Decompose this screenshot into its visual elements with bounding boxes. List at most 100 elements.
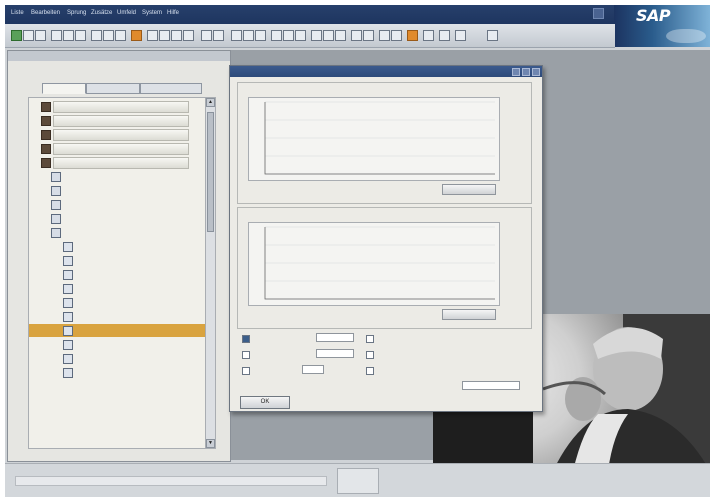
sap-gui-window: Liste Bearbeiten Sprung Zusätze Umfeld S… — [5, 5, 710, 497]
menu-item-zusaetze[interactable]: Zusätze — [91, 10, 112, 16]
chart-group-2 — [237, 207, 532, 329]
chart-icon[interactable] — [271, 30, 282, 41]
menu-item-hilfe[interactable]: Hilfe — [167, 10, 179, 16]
option-left-1-checkbox[interactable] — [242, 335, 250, 343]
tree-node[interactable] — [29, 184, 215, 197]
option-right-3-checkbox[interactable] — [366, 367, 374, 375]
find-icon[interactable] — [103, 30, 114, 41]
tree-node[interactable] — [29, 142, 215, 155]
tab-1[interactable] — [42, 83, 86, 94]
tree-node[interactable] — [29, 240, 215, 253]
option-right-1-checkbox[interactable] — [366, 335, 374, 343]
refresh-icon[interactable] — [323, 30, 334, 41]
highlight-icon[interactable] — [131, 30, 142, 41]
report-icon — [63, 256, 73, 266]
tree-node[interactable] — [29, 338, 215, 351]
save-icon[interactable] — [35, 30, 46, 41]
option-left-2-checkbox[interactable] — [242, 351, 250, 359]
tree-node[interactable] — [29, 156, 215, 169]
dialog-maximize-icon[interactable] — [522, 68, 530, 76]
option-field-3[interactable] — [302, 365, 324, 374]
option-left-3-checkbox[interactable] — [242, 367, 250, 375]
tree-node[interactable] — [29, 310, 215, 323]
command-field-icon[interactable] — [23, 30, 34, 41]
chart-2-plot — [264, 226, 495, 300]
layout-icon[interactable] — [231, 30, 242, 41]
tree-node[interactable] — [29, 254, 215, 267]
previous-page-icon[interactable] — [159, 30, 170, 41]
report-icon — [51, 172, 61, 182]
tree-node[interactable] — [29, 212, 215, 225]
ok-button[interactable]: OK — [240, 396, 290, 409]
navigation-panel-titlebar — [8, 51, 230, 61]
tree-node[interactable] — [29, 352, 215, 365]
scroll-up-icon[interactable]: ▲ — [206, 98, 215, 107]
first-page-icon[interactable] — [147, 30, 158, 41]
chart-2-button[interactable] — [442, 309, 496, 320]
menu-item-liste[interactable]: Liste — [11, 10, 24, 16]
dialog-close-icon[interactable] — [532, 68, 540, 76]
bottom-option-field[interactable] — [462, 381, 520, 390]
folder-icon — [41, 144, 51, 154]
sort-icon[interactable] — [255, 30, 266, 41]
next-page-icon[interactable] — [171, 30, 182, 41]
menu-item-umfeld[interactable]: Umfeld — [117, 10, 136, 16]
tree-node[interactable] — [29, 100, 215, 113]
chart-group-1 — [237, 82, 532, 204]
chart-1-button[interactable] — [442, 184, 496, 195]
shortcut-icon[interactable] — [213, 30, 224, 41]
report-icon — [63, 354, 73, 364]
exit-icon[interactable] — [63, 30, 74, 41]
deselect-icon[interactable] — [363, 30, 374, 41]
tab-3[interactable] — [140, 83, 202, 94]
tree-node[interactable] — [29, 128, 215, 141]
tree-node[interactable] — [29, 324, 215, 337]
local-layout-icon[interactable] — [439, 30, 450, 41]
minimize-icon[interactable] — [593, 8, 604, 19]
option-value-field[interactable] — [316, 333, 354, 342]
tree-node-header — [53, 157, 189, 169]
last-page-icon[interactable] — [183, 30, 194, 41]
tree-node-header — [53, 101, 189, 113]
folder-icon — [41, 130, 51, 140]
dialog-minimize-icon[interactable] — [512, 68, 520, 76]
favorites-icon[interactable] — [407, 30, 418, 41]
chart-1 — [248, 97, 500, 181]
tree-node[interactable] — [29, 114, 215, 127]
tree-node[interactable] — [29, 366, 215, 379]
tree-scrollbar[interactable]: ▲ ▼ — [205, 98, 215, 448]
details-icon[interactable] — [311, 30, 322, 41]
folder-icon[interactable] — [391, 30, 402, 41]
info-icon[interactable] — [379, 30, 390, 41]
print-icon[interactable] — [91, 30, 102, 41]
mail-icon[interactable] — [295, 30, 306, 41]
scroll-down-icon[interactable]: ▼ — [206, 439, 215, 448]
overview-icon[interactable] — [423, 30, 434, 41]
find-next-icon[interactable] — [115, 30, 126, 41]
export-icon[interactable] — [283, 30, 294, 41]
tree-node[interactable] — [29, 226, 215, 239]
settings-icon[interactable] — [335, 30, 346, 41]
tab-2[interactable] — [86, 83, 140, 94]
menu-item-sprung[interactable]: Sprung — [67, 10, 86, 16]
enter-icon[interactable] — [11, 30, 22, 41]
scrollbar-thumb[interactable] — [207, 112, 214, 232]
tree-node[interactable] — [29, 282, 215, 295]
tree-node[interactable] — [29, 170, 215, 183]
tree-node[interactable] — [29, 268, 215, 281]
help-icon[interactable] — [455, 30, 466, 41]
back-icon[interactable] — [51, 30, 62, 41]
tree-node[interactable] — [29, 198, 215, 211]
menu-item-bearbeiten[interactable]: Bearbeiten — [31, 10, 60, 16]
select-all-icon[interactable] — [351, 30, 362, 41]
filter-icon[interactable] — [243, 30, 254, 41]
cancel-icon[interactable] — [75, 30, 86, 41]
create-session-icon[interactable] — [201, 30, 212, 41]
logo-swoosh — [666, 29, 706, 43]
option-field-2[interactable] — [316, 349, 354, 358]
navigation-panel: ▲ ▼ — [7, 50, 231, 462]
menu-item-system[interactable]: System — [142, 10, 162, 16]
option-right-2-checkbox[interactable] — [366, 351, 374, 359]
question-icon[interactable] — [487, 30, 498, 41]
tree-node[interactable] — [29, 296, 215, 309]
